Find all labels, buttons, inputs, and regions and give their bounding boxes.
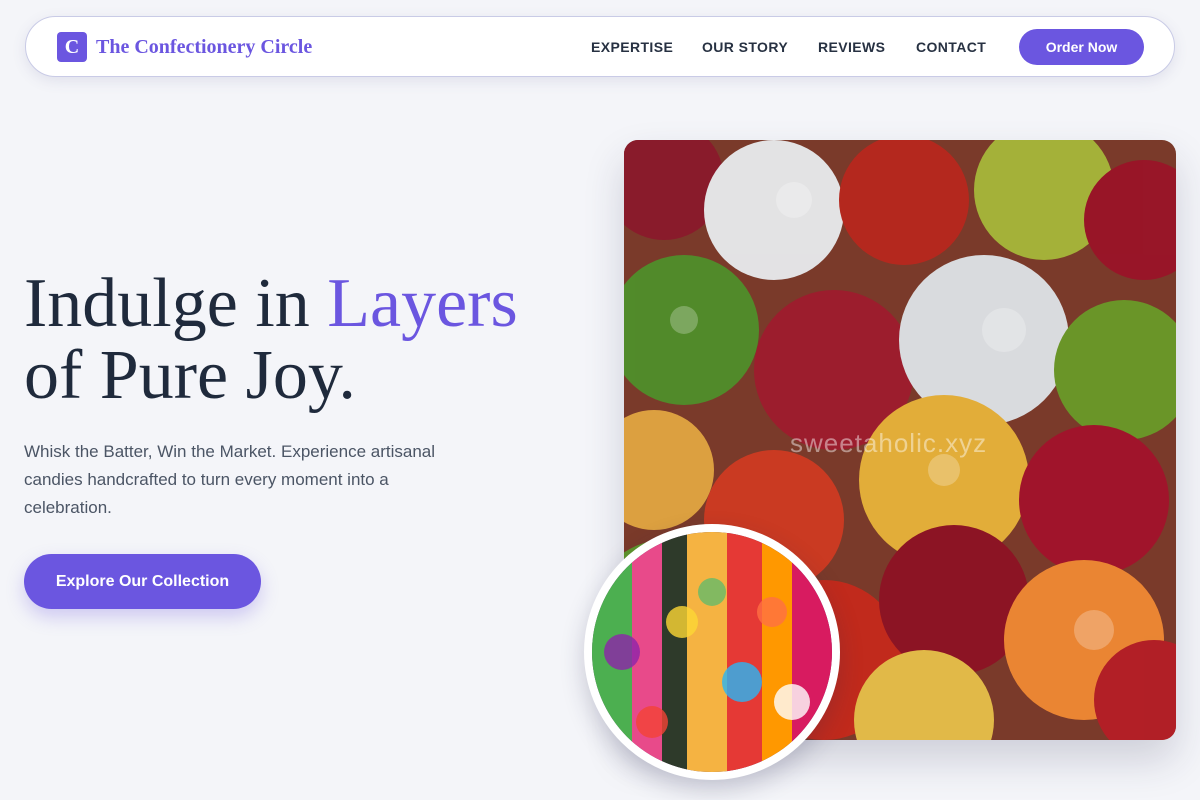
order-now-button[interactable]: Order Now [1019, 29, 1144, 65]
nav-link-expertise[interactable]: EXPERTISE [591, 39, 673, 55]
hero-title: Indulge in Layers of Pure Joy. [24, 268, 584, 412]
brand-logo: C [57, 32, 87, 62]
image-watermark: sweetaholic.xyz [790, 428, 988, 458]
candy-assortment-illustration [592, 532, 832, 772]
nav-link-reviews[interactable]: REVIEWS [818, 39, 885, 55]
hero-title-accent: Layers [327, 265, 518, 342]
brand-name: The Confectionery Circle [96, 35, 313, 58]
hero-description: Whisk the Batter, Win the Market. Experi… [24, 442, 436, 517]
hero-title-part1: Indulge in [24, 265, 328, 342]
top-navbar: C The Confectionery Circle EXPERTISE OUR… [25, 16, 1175, 77]
nav-link-contact[interactable]: CONTACT [916, 39, 986, 55]
hero-title-part2: of Pure Joy. [24, 337, 356, 414]
candy-assortment-image [584, 524, 840, 780]
explore-collection-button[interactable]: Explore Our Collection [24, 554, 261, 609]
nav-link-our-story[interactable]: OUR STORY [702, 39, 788, 55]
brand[interactable]: C The Confectionery Circle [57, 32, 312, 62]
